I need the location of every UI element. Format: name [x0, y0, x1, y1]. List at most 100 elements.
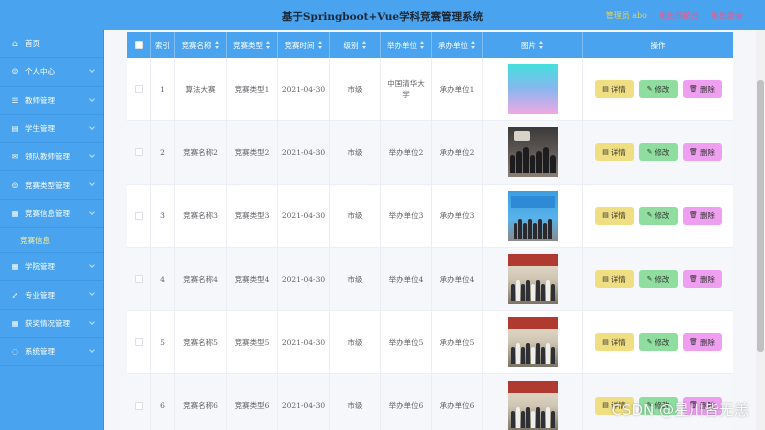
cell-type: 竞赛类型2	[227, 121, 278, 184]
sidebar-item-label: 系统管理	[25, 347, 55, 357]
cell-time: 2021-04-30	[278, 58, 330, 121]
home-icon: ⌂	[12, 39, 18, 49]
detail-button[interactable]: ▤ 详情	[594, 206, 634, 225]
header-actions: 操作	[650, 40, 666, 50]
sort-icon[interactable]	[317, 41, 323, 49]
row-checkbox[interactable]	[134, 401, 143, 410]
sidebar-subitem[interactable]: 竞赛信息	[0, 228, 103, 254]
row-checkbox[interactable]	[134, 275, 143, 284]
edit-label: 修改	[654, 274, 670, 284]
row-checkbox[interactable]	[134, 211, 143, 220]
sort-icon[interactable]	[214, 41, 220, 49]
delete-label: 删除	[699, 147, 715, 157]
sidebar-item-label: 个人中心	[25, 67, 55, 77]
edit-button[interactable]: ✎ 修改	[638, 143, 678, 162]
header-time[interactable]: 竞赛时间	[278, 32, 330, 58]
cell-organizer: 中国清华大学	[381, 58, 432, 121]
cell-coorganizer: 承办单位2	[432, 121, 483, 184]
delete-button[interactable]: 🗑 删除	[682, 206, 722, 225]
sidebar-item-label: 竞赛类型管理	[25, 180, 70, 190]
detail-button[interactable]: ▤ 详情	[594, 270, 634, 289]
chevron-down-icon	[89, 124, 95, 130]
header-coorganizer-label: 承办单位	[438, 40, 468, 50]
sidebar-item[interactable]: ☺ 个人中心	[0, 58, 103, 87]
sidebar-item[interactable]: ⌂ 首页	[0, 30, 103, 59]
row-checkbox[interactable]	[134, 85, 143, 94]
delete-button[interactable]: 🗑 删除	[682, 333, 722, 352]
trash-icon: 🗑	[689, 147, 698, 156]
sort-icon[interactable]	[471, 41, 476, 49]
sidebar: ⌂ 首页 ☺ 个人中心 ☰ 教师管理 ▤ 学生管理 ✉ 领队教师管理 ☺ 竞赛类型管理 ▦ 竞赛信息管理竞…	[0, 30, 104, 430]
circle-icon: ◌	[11, 347, 19, 357]
header-type-label: 竞赛类型	[233, 40, 263, 50]
delete-label: 删除	[699, 337, 715, 347]
header-coorganizer[interactable]: 承办单位	[432, 32, 483, 58]
cell-level: 市级	[330, 374, 381, 430]
row-checkbox[interactable]	[134, 338, 143, 347]
sidebar-item[interactable]: ✉ 领队教师管理	[0, 143, 103, 172]
sidebar-item[interactable]: ⤢ 专业管理	[0, 281, 103, 310]
cell-coorganizer: 承办单位1	[432, 58, 483, 121]
sort-icon[interactable]	[266, 41, 271, 49]
edit-label: 修改	[654, 84, 670, 94]
edit-button[interactable]: ✎ 修改	[638, 333, 678, 352]
cell-time: 2021-04-30	[278, 311, 330, 374]
delete-button[interactable]: 🗑 删除	[682, 270, 722, 289]
detail-label: 详情	[610, 211, 626, 221]
user-icon: ☺	[11, 180, 19, 190]
edit-button[interactable]: ✎ 修改	[638, 80, 678, 99]
delete-button[interactable]: 🗑 删除	[682, 143, 722, 162]
detail-button[interactable]: ▤ 详情	[594, 333, 634, 352]
expand-icon: ⤢	[11, 290, 19, 300]
header-organizer[interactable]: 举办单位	[381, 32, 432, 58]
edit-label: 修改	[654, 337, 670, 347]
sidebar-item[interactable]: ▦ 学院管理	[0, 253, 103, 282]
main-content: 索引 竞赛名称 竞赛类型 竞赛时间 级别 举办单位 承办单位 图片 操作 1 算法…	[104, 30, 765, 430]
scrollbar[interactable]	[756, 30, 765, 430]
logout-link[interactable]: 退出登录	[711, 10, 743, 21]
document-icon: ▤	[602, 401, 609, 410]
cell-name: 算法大赛	[175, 58, 227, 121]
header-type[interactable]: 竞赛类型	[227, 32, 278, 58]
cell-actions: ▤ 详情 ✎ 修改 🗑 删除	[583, 121, 733, 183]
document-icon: ▤	[602, 337, 609, 346]
header-image[interactable]: 图片	[483, 32, 583, 58]
cell-organizer: 举办单位4	[381, 247, 432, 311]
detail-label: 详情	[610, 147, 626, 157]
delete-button[interactable]: 🗑 删除	[682, 80, 722, 99]
edit-button[interactable]: ✎ 修改	[638, 206, 678, 225]
sidebar-item[interactable]: ▤ 学生管理	[0, 115, 103, 144]
cell-coorganizer: 承办单位6	[432, 374, 483, 430]
top-bar: 基于Springboot+Vue学科竞赛管理系统 管理员 abo 退出到前台 退…	[0, 0, 765, 30]
cell-organizer: 举办单位3	[381, 184, 432, 247]
header-index: 索引	[151, 32, 175, 58]
back-to-front-link[interactable]: 退出到前台	[659, 10, 699, 21]
cell-level: 市级	[330, 184, 381, 247]
edit-button[interactable]: ✎ 修改	[638, 270, 678, 289]
sidebar-item[interactable]: ☺ 竞赛类型管理	[0, 171, 103, 200]
cell-image	[483, 58, 583, 121]
cell-actions: ▤ 详情 ✎ 修改 🗑 删除	[583, 311, 733, 373]
chevron-down-icon	[89, 290, 95, 297]
scrollbar-thumb[interactable]	[757, 80, 764, 352]
sidebar-item-label: 学院管理	[25, 262, 55, 272]
row-checkbox[interactable]	[134, 148, 143, 157]
sort-icon[interactable]	[539, 41, 544, 49]
sort-icon[interactable]	[420, 41, 425, 49]
sort-icon[interactable]	[361, 41, 367, 49]
header-name[interactable]: 竞赛名称	[175, 32, 227, 58]
sidebar-item[interactable]: ☰ 教师管理	[0, 87, 103, 115]
competition-image	[507, 380, 558, 430]
cell-name: 竞赛名称5	[175, 311, 227, 374]
competition-image	[507, 190, 558, 241]
sidebar-item[interactable]: ▦ 竞赛信息管理	[0, 200, 103, 229]
detail-button[interactable]: ▤ 详情	[594, 143, 634, 162]
sidebar-item[interactable]: ▦ 获奖情况管理	[0, 310, 103, 338]
header-level[interactable]: 级别	[330, 32, 381, 58]
document-icon: ▤	[602, 84, 609, 93]
select-all-checkbox[interactable]	[134, 41, 143, 49]
document-icon: ▤	[602, 274, 609, 283]
sidebar-item[interactable]: ◌ 系统管理	[0, 338, 103, 367]
cell-coorganizer: 承办单位3	[432, 184, 483, 247]
detail-button[interactable]: ▤ 详情	[594, 80, 634, 99]
